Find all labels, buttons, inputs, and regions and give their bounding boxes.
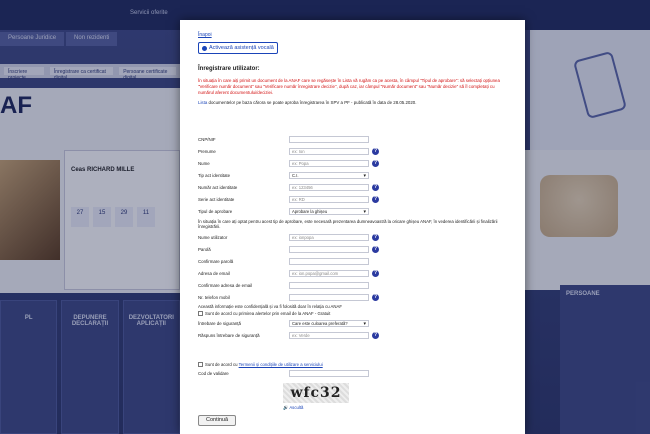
tip-act-select[interactable]: C.I. [289,172,369,179]
help-icon[interactable]: ? [372,294,379,301]
phone-note: Această informație este confidențială și… [198,304,343,309]
captcha-image: wfc32 [283,383,349,403]
field-label: Confirmare adresa de email [198,283,253,288]
approval-note: În situația în care ați optat pentru ace… [198,219,498,229]
field-row-security-answer: Răspuns întrebare de siguranță ex: Verde… [198,332,518,340]
field-row-tip-act: Tip act identitate C.I. [198,172,518,180]
field-label: Tip act identitate [198,173,231,178]
help-icon[interactable]: ? [372,148,379,155]
field-label: CNP/NIF [198,137,216,142]
email-alerts-label: Sunt de acord cu primirea alertelor prin… [205,311,331,316]
field-row-username: Nume utilizator ex: ionpopa ? [198,234,518,242]
terms-consent: Sunt de acord cu Termenii și condițiile … [198,362,508,368]
help-icon[interactable]: ? [372,196,379,203]
captcha-audio-label: Ascultă [289,405,304,410]
field-row-phone: Nr. telefon mobil ? [198,294,518,302]
email-alerts-checkbox[interactable] [198,311,203,317]
voice-assist-button[interactable]: Activează asistență vocală [198,42,278,54]
confirm-password-input[interactable] [289,258,369,265]
field-label: Serie act identitate [198,197,235,202]
email-input[interactable]: ex: ion.popa@gmail.com [289,270,369,277]
field-row-email: Adresa de email ex: ion.popa@gmail.com ? [198,270,518,278]
terms-prefix: Sunt de acord cu [205,362,239,367]
terms-link[interactable]: Termenii și condițiile de utilizare a se… [239,362,323,367]
field-label: Nume [198,161,210,166]
username-input[interactable]: ex: ionpopa [289,234,369,241]
field-label: Prenume [198,149,216,154]
field-row-confirm-parola: Confirmare parolă [198,258,518,266]
tip-aprobare-select[interactable]: Aprobare la ghișeu [289,208,369,215]
security-question-select[interactable]: Care este culoarea preferată? [289,320,369,327]
section-title: Înregistrare utilizator: [198,66,260,72]
field-row-captcha: Cod de validare [198,370,518,378]
field-row-serie-act: Serie act identitate ex: RD ? [198,196,518,204]
field-row-numar-act: Număr act identitate ex: 123456 ? [198,184,518,192]
field-label: Număr act identitate [198,185,238,190]
help-icon[interactable]: ? [372,184,379,191]
email-alerts-consent: Sunt de acord cu primirea alertelor prin… [198,311,508,317]
help-icon[interactable]: ? [372,234,379,241]
field-row-cnp: CNP/NIF [198,136,518,144]
voice-assist-icon [202,45,207,51]
field-label: Întrebare de siguranță [198,321,241,326]
help-icon[interactable]: ? [372,246,379,253]
field-label: Parolă [198,247,211,252]
field-row-prenume: Prenume ex: Ion ? [198,148,518,156]
confirm-email-input[interactable] [289,282,369,289]
phone-input[interactable] [289,294,369,301]
field-label: Cod de validare [198,371,229,376]
serie-act-input[interactable]: ex: RD [289,196,369,203]
voice-assist-label: Activează asistență vocală [209,45,274,51]
field-row-confirm-email: Confirmare adresa de email [198,282,518,290]
cnp-input[interactable] [289,136,369,143]
continue-button[interactable]: Continuă [198,415,236,426]
list-note: Lista documentelor pe baza cărora se poa… [198,100,416,105]
back-link[interactable]: Înapoi [198,32,212,38]
intro-warning-text: În situația în care aiți primit un docum… [198,78,500,95]
terms-checkbox[interactable] [198,362,203,368]
help-icon[interactable]: ? [372,160,379,167]
list-link[interactable]: Lista [198,100,207,105]
captcha-audio-link[interactable]: 🔊 Ascultă [283,405,303,411]
registration-modal: Înapoi Activează asistență vocală Înregi… [180,20,525,434]
field-row-tip-aprobare: Tipul de aprobare Aprobare la ghișeu [198,208,518,216]
field-label: Nr. telefon mobil [198,295,230,300]
security-answer-input[interactable]: ex: Verde [289,332,369,339]
prenume-input[interactable]: ex: Ion [289,148,369,155]
field-label: Confirmare parolă [198,259,234,264]
field-label: Tipul de aprobare [198,209,233,214]
captcha-input[interactable] [289,370,369,377]
field-label: Nume utilizator [198,235,228,240]
field-row-security-question: Întrebare de siguranță Care este culoare… [198,320,518,328]
help-icon[interactable]: ? [372,270,379,277]
help-icon[interactable]: ? [372,332,379,339]
password-input[interactable] [289,246,369,253]
field-label: Adresa de email [198,271,230,276]
field-row-nume: Nume ex: Popa ? [198,160,518,168]
field-label: Răspuns întrebare de siguranță [198,333,260,338]
numar-act-input[interactable]: ex: 123456 [289,184,369,191]
field-row-parola: Parolă ? [198,246,518,254]
list-note-text: documentelor pe baza cărora se poate apr… [207,100,417,105]
nume-input[interactable]: ex: Popa [289,160,369,167]
